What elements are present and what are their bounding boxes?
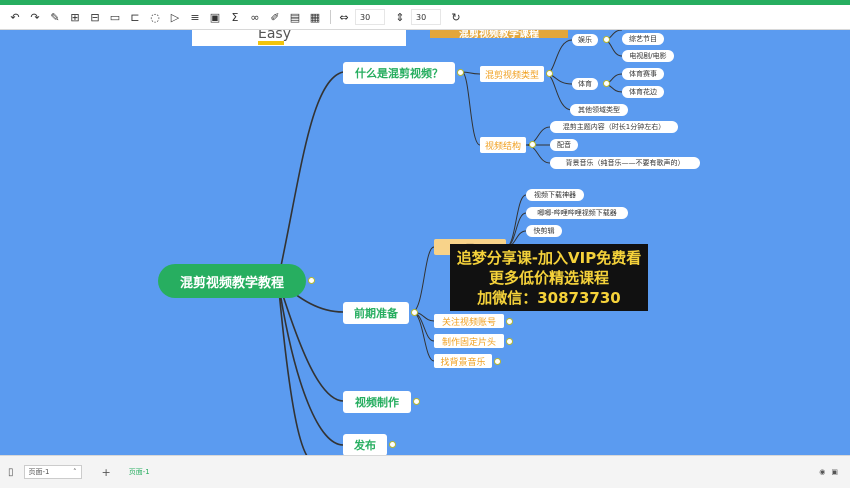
node-music[interactable]: 找背景音乐 [434, 354, 492, 368]
frame-icon[interactable]: ▭ [106, 8, 124, 26]
chevron-up-icon: ˄ [73, 468, 77, 476]
node-other[interactable]: 其他领域类型 [570, 104, 628, 116]
promo-line-1: 追梦分享课-加入VIP免费看 [456, 248, 642, 267]
node-intro[interactable]: 制作固定片头 [434, 334, 504, 348]
image-icon[interactable]: ▣ [206, 8, 224, 26]
note-icon[interactable]: ≡ [186, 8, 204, 26]
top-title-node[interactable]: 混剪视频教学课程 [430, 30, 568, 40]
refresh-icon[interactable]: ↻ [447, 8, 465, 26]
page-panel-icon[interactable]: ▯ [8, 467, 14, 478]
branch-make[interactable]: 视频制作 [343, 391, 411, 413]
node-bgm[interactable]: 背景音乐（纯音乐——不要有歌声的） [550, 157, 700, 169]
node-voiceover[interactable]: 配音 [550, 139, 578, 151]
formula-icon[interactable]: Σ [226, 8, 244, 26]
collapse-toggle[interactable] [413, 398, 420, 405]
toolbar-divider [330, 10, 331, 24]
node-sport[interactable]: 体育 [572, 78, 598, 90]
promo-line-3: 加微信：30873730 [477, 288, 621, 307]
branch-publish[interactable]: 发布 [343, 434, 387, 455]
insert-child-icon[interactable]: ⊞ [66, 8, 84, 26]
collapse-toggle[interactable] [506, 318, 513, 325]
node-follow[interactable]: 关注视频账号 [434, 314, 504, 328]
page-tab[interactable]: 页面-1 [129, 467, 150, 477]
horizontal-spacing-input[interactable]: 30 [355, 9, 385, 25]
spacing-icon: ⇔ [339, 10, 349, 24]
pen-icon[interactable]: ✐ [266, 8, 284, 26]
node-tool-bilibili[interactable]: 唧唧-哔哩哔哩视频下载器 [526, 207, 628, 219]
node-tool-kuaijianji[interactable]: 快剪辑 [526, 225, 562, 237]
collapse-toggle[interactable] [389, 441, 396, 448]
footer-bar: ▯ 页面-1 ˄ + 页面-1 ◉ ▣ [0, 455, 850, 488]
node-entertainment[interactable]: 娱乐 [572, 34, 598, 46]
collapse-toggle[interactable] [457, 69, 464, 76]
table-icon[interactable]: ▦ [306, 8, 324, 26]
promo-watermark: 追梦分享课-加入VIP免费看 更多低价精选课程 加微信：30873730 [450, 244, 648, 311]
collapse-toggle[interactable] [411, 309, 418, 316]
collapse-toggle[interactable] [546, 70, 553, 77]
collapse-toggle[interactable] [308, 277, 315, 284]
fullscreen-icon[interactable]: ▣ [831, 468, 838, 476]
node-variety[interactable]: 综艺节目 [622, 33, 664, 45]
promo-line-2: 更多低价精选课程 [488, 268, 609, 287]
node-structure[interactable]: 视频结构 [480, 137, 526, 153]
collapse-toggle[interactable] [603, 36, 610, 43]
redo-icon[interactable]: ↷ [26, 8, 44, 26]
insert-sibling-icon[interactable]: ⊟ [86, 8, 104, 26]
add-page-button[interactable]: + [102, 466, 111, 479]
tag-icon[interactable]: ▷ [166, 8, 184, 26]
toolbar: ↶ ↷ ✎ ⊞ ⊟ ▭ ⊏ ◌ ▷ ≡ ▣ Σ ∞ ✐ ▤ ▦ ⇔ 30 ⇕ 3… [0, 5, 850, 30]
root-node[interactable]: 混剪视频教学教程 [158, 264, 306, 298]
line-height-icon: ⇕ [395, 10, 405, 24]
connector-lines [277, 30, 623, 455]
collapse-toggle[interactable] [529, 141, 536, 148]
node-main-content[interactable]: 混剪主题内容（时长1分钟左右） [550, 121, 678, 133]
node-sport-gossip[interactable]: 体育花边 [622, 86, 664, 98]
callout-icon[interactable]: ◌ [146, 8, 164, 26]
node-types[interactable]: 混剪视频类型 [480, 66, 544, 82]
branch-prep[interactable]: 前期准备 [343, 302, 409, 324]
banner-accent [258, 41, 284, 45]
collapse-toggle[interactable] [506, 338, 513, 345]
eye-icon[interactable]: ◉ [819, 468, 825, 476]
mindmap-canvas[interactable]: Easy 混剪视频教学课程 混剪视频教学教程 什么是混剪视频？ 前期准备 视频制… [0, 30, 850, 455]
node-drama[interactable]: 电视剧/电影 [622, 50, 674, 62]
collapse-toggle[interactable] [494, 358, 501, 365]
top-banner: Easy [192, 30, 406, 46]
summary-icon[interactable]: ⊏ [126, 8, 144, 26]
node-sport-events[interactable]: 体育赛事 [622, 68, 664, 80]
format-painter-icon[interactable]: ✎ [46, 8, 64, 26]
branch-what-is[interactable]: 什么是混剪视频？ [343, 62, 455, 84]
undo-icon[interactable]: ↶ [6, 8, 24, 26]
page-select-value: 页面-1 [28, 468, 50, 476]
link-icon[interactable]: ∞ [246, 8, 264, 26]
page-select[interactable]: 页面-1 ˄ [23, 465, 82, 479]
vertical-spacing-input[interactable]: 30 [411, 9, 441, 25]
comment-icon[interactable]: ▤ [286, 8, 304, 26]
node-tool-downloader[interactable]: 视频下载神器 [526, 189, 584, 201]
collapse-toggle[interactable] [603, 80, 610, 87]
